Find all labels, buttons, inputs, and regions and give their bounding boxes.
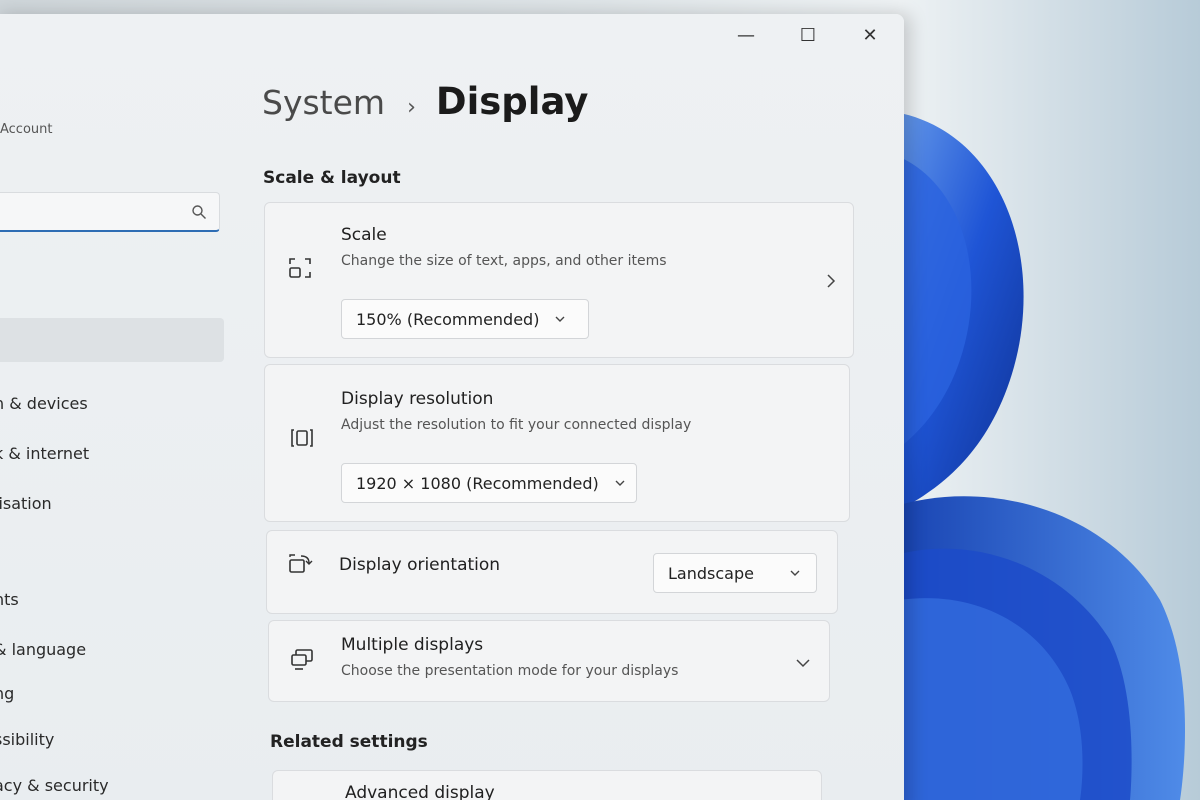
close-button[interactable]: ✕ bbox=[854, 22, 886, 48]
resolution-title: Display resolution bbox=[341, 389, 494, 409]
advanced-display-title: Advanced display bbox=[345, 783, 495, 800]
orientation-title: Display orientation bbox=[339, 555, 501, 575]
chevron-right-icon[interactable] bbox=[823, 273, 839, 289]
scale-icon bbox=[289, 258, 311, 278]
scale-card[interactable]: Scale Change the size of text, apps, and… bbox=[264, 202, 854, 358]
breadcrumb-separator-icon: › bbox=[407, 95, 416, 120]
multiple-displays-icon bbox=[291, 649, 313, 670]
orientation-icon bbox=[289, 554, 313, 573]
chevron-down-icon[interactable] bbox=[795, 655, 811, 671]
search-box[interactable] bbox=[0, 192, 220, 232]
minimize-button[interactable]: — bbox=[730, 22, 762, 48]
scale-description: Change the size of text, apps, and other… bbox=[341, 253, 667, 269]
page-title: Display bbox=[435, 80, 589, 123]
resolution-description: Adjust the resolution to fit your connec… bbox=[341, 417, 692, 433]
window-controls: — ☐ ✕ bbox=[730, 22, 886, 48]
resolution-card: Display resolution Adjust the resolution… bbox=[264, 364, 850, 522]
resolution-icon bbox=[291, 429, 313, 447]
sidebar-item-accessibility[interactable]: ssibility bbox=[0, 728, 54, 752]
maximize-button[interactable]: ☐ bbox=[792, 22, 824, 48]
section-title-scale-layout: Scale & layout bbox=[263, 168, 401, 188]
section-title-related-settings: Related settings bbox=[270, 732, 428, 752]
chevron-down-icon bbox=[790, 570, 800, 576]
orientation-dropdown-value: Landscape bbox=[668, 563, 754, 583]
scale-title: Scale bbox=[341, 225, 387, 245]
resolution-dropdown[interactable]: 1920 × 1080 (Recommended) bbox=[341, 463, 637, 503]
orientation-dropdown[interactable]: Landscape bbox=[653, 553, 817, 593]
scale-dropdown-value: 150% (Recommended) bbox=[356, 309, 540, 329]
orientation-card: Display orientation Landscape bbox=[266, 530, 838, 614]
sidebar-item-selected[interactable] bbox=[0, 318, 224, 362]
multiple-displays-description: Choose the presentation mode for your di… bbox=[341, 663, 679, 679]
settings-window: — ☐ ✕ Account h & devices k & internet l… bbox=[0, 14, 904, 800]
sidebar-item-gaming[interactable]: ng bbox=[0, 682, 14, 706]
sidebar-item-network-internet[interactable]: k & internet bbox=[0, 442, 89, 466]
sidebar-item-privacy-security[interactable]: acy & security bbox=[0, 774, 109, 798]
sidebar-item-personalisation[interactable]: lisation bbox=[0, 492, 52, 516]
search-icon[interactable] bbox=[191, 204, 207, 220]
account-label[interactable]: Account bbox=[0, 122, 53, 137]
breadcrumb-system[interactable]: System bbox=[262, 83, 385, 122]
search-input[interactable] bbox=[5, 201, 169, 225]
scale-dropdown[interactable]: 150% (Recommended) bbox=[341, 299, 589, 339]
sidebar-item-accounts[interactable]: nts bbox=[0, 588, 19, 612]
chevron-down-icon bbox=[555, 316, 565, 322]
resolution-dropdown-value: 1920 × 1080 (Recommended) bbox=[356, 473, 599, 493]
breadcrumb: System › Display bbox=[262, 80, 588, 123]
sidebar-item-bluetooth-devices[interactable]: h & devices bbox=[0, 392, 88, 416]
advanced-display-card[interactable]: Advanced display bbox=[272, 770, 822, 800]
multiple-displays-card[interactable]: Multiple displays Choose the presentatio… bbox=[268, 620, 830, 702]
sidebar: Account h & devices k & internet lisatio… bbox=[0, 14, 234, 800]
sidebar-item-time-language[interactable]: & language bbox=[0, 638, 86, 662]
multiple-displays-title: Multiple displays bbox=[341, 635, 484, 655]
chevron-down-icon bbox=[615, 480, 625, 486]
